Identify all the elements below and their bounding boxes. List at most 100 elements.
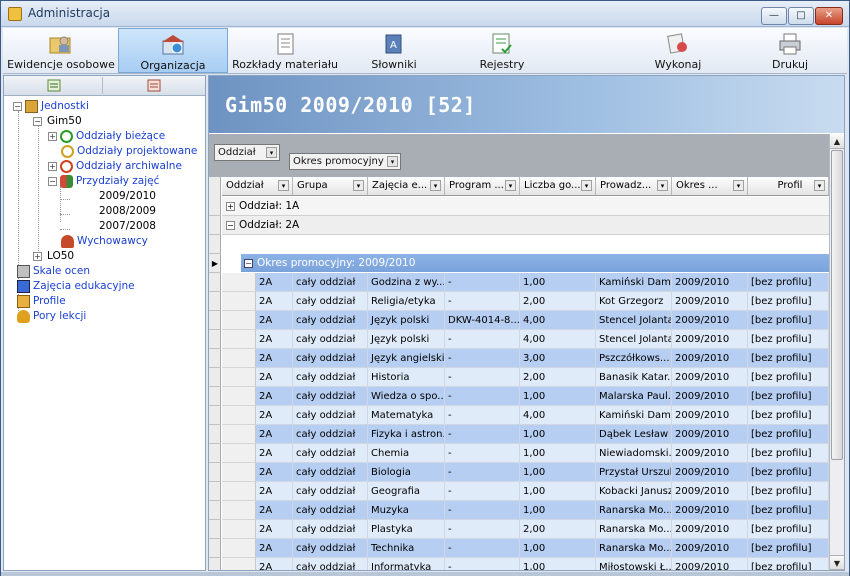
row-selector[interactable] [209, 216, 221, 235]
table-cell[interactable]: - [445, 482, 520, 501]
table-cell[interactable]: cały oddział [293, 444, 368, 463]
table-cell[interactable]: cały oddział [293, 520, 368, 539]
table-cell[interactable]: cały oddział [293, 558, 368, 570]
column-header[interactable]: Zajęcia e... ▾ [368, 177, 445, 196]
table-cell[interactable]: 1,00 [520, 501, 596, 520]
table-cell[interactable]: 2A [256, 539, 293, 558]
table-cell[interactable]: 2A [256, 311, 293, 330]
scroll-thumb[interactable] [831, 150, 843, 460]
row-selector[interactable] [209, 349, 221, 368]
table-cell[interactable]: cały oddział [293, 425, 368, 444]
column-header[interactable]: Oddział ▾ [222, 177, 293, 196]
expand-icon[interactable]: + [226, 201, 235, 211]
table-row[interactable]: 2A cały oddział Informatyka -1,00 Miłostowsk… [222, 558, 829, 570]
table-cell[interactable]: 2009/2010 [672, 558, 748, 570]
table-row[interactable]: 2A cały oddział Język angielski -3,00 Pszczó… [222, 349, 829, 368]
tree-item-jednostki[interactable]: − Jednostki [13, 99, 89, 113]
group-chip-okres-promocyjny[interactable]: Okres promocyjny ▾ [289, 153, 401, 170]
table-cell[interactable]: 2A [256, 349, 293, 368]
tree-item-skale-ocen[interactable]: Skale ocen [17, 264, 90, 278]
table-cell[interactable]: 2A [256, 558, 293, 570]
table-cell[interactable]: 2A [256, 368, 293, 387]
vertical-scrollbar[interactable]: ▲ ▼ [829, 134, 844, 570]
row-selector[interactable] [209, 425, 221, 444]
collapse-icon[interactable]: − [33, 116, 42, 126]
table-cell[interactable]: [bez profilu] [748, 539, 829, 558]
table-cell[interactable]: [bez profilu] [748, 444, 829, 463]
table-row[interactable]: 2A cały oddział Chemia -1,00 Niewiadomski...… [222, 444, 829, 463]
table-cell[interactable]: 2009/2010 [672, 425, 748, 444]
table-row[interactable]: 2A cały oddział Plastyka -2,00 Ranarska Mo..… [222, 520, 829, 539]
table-cell[interactable]: Matematyka [368, 406, 445, 425]
table-cell[interactable]: 4,00 [520, 311, 596, 330]
table-cell[interactable]: cały oddział [293, 463, 368, 482]
table-cell[interactable]: cały oddział [293, 482, 368, 501]
table-cell[interactable]: 1,00 [520, 558, 596, 570]
table-row[interactable]: 2A cały oddział Godzina z wy... -1,00 Kamińs… [222, 273, 829, 292]
table-cell[interactable]: Język polski [368, 311, 445, 330]
table-cell[interactable]: [bez profilu] [748, 425, 829, 444]
toolbar-rejestry-button[interactable]: Rejestry [449, 28, 555, 73]
row-selector[interactable] [209, 463, 221, 482]
table-cell[interactable]: Muzyka [368, 501, 445, 520]
table-cell[interactable]: 2009/2010 [672, 501, 748, 520]
collapse-icon[interactable]: − [48, 176, 57, 186]
table-cell[interactable]: Kamiński Dam... [596, 273, 672, 292]
table-cell[interactable]: 2,00 [520, 292, 596, 311]
table-row[interactable]: 2A cały oddział Technika -1,00 Ranarska Mo..… [222, 539, 829, 558]
close-button[interactable]: ✕ [815, 7, 843, 25]
table-cell[interactable]: [bez profilu] [748, 368, 829, 387]
tree-item-lo50[interactable]: + LO50 [33, 249, 74, 263]
table-cell[interactable]: - [445, 273, 520, 292]
toolbar-wykonaj-button[interactable]: Wykonaj [626, 28, 730, 73]
row-selector[interactable] [209, 444, 221, 463]
row-selector[interactable] [209, 539, 221, 558]
table-cell[interactable]: 2009/2010 [672, 520, 748, 539]
table-cell[interactable]: [bez profilu] [748, 311, 829, 330]
table-cell[interactable]: 2009/2010 [672, 463, 748, 482]
table-row[interactable]: 2A cały oddział Historia -2,00 Banasik Katar… [222, 368, 829, 387]
table-cell[interactable]: [bez profilu] [748, 330, 829, 349]
collapse-icon[interactable]: − [13, 101, 22, 111]
column-header[interactable]: Program ... ▾ [445, 177, 520, 196]
table-cell[interactable]: cały oddział [293, 273, 368, 292]
row-selector[interactable] [209, 330, 221, 349]
table-cell[interactable]: cały oddział [293, 330, 368, 349]
table-cell[interactable]: 4,00 [520, 406, 596, 425]
table-cell[interactable]: [bez profilu] [748, 273, 829, 292]
table-cell[interactable]: cały oddział [293, 368, 368, 387]
table-cell[interactable]: 2A [256, 330, 293, 349]
table-cell[interactable]: [bez profilu] [748, 292, 829, 311]
table-cell[interactable]: - [445, 444, 520, 463]
table-cell[interactable]: Niewiadomski... [596, 444, 672, 463]
table-cell[interactable]: 1,00 [520, 425, 596, 444]
table-row[interactable]: 2A cały oddział Religia/etyka -2,00 Kot Grze… [222, 292, 829, 311]
table-cell[interactable]: - [445, 292, 520, 311]
table-cell[interactable]: Plastyka [368, 520, 445, 539]
table-cell[interactable]: [bez profilu] [748, 520, 829, 539]
table-cell[interactable]: Przystał Urszula [596, 463, 672, 482]
tab-list-view[interactable] [105, 77, 203, 94]
row-selector[interactable]: ▶ [209, 254, 221, 273]
group-chip-oddzial[interactable]: Oddział ▾ [214, 144, 280, 161]
tree-item-gim50[interactable]: − Gim50 [33, 114, 82, 128]
tree-item-oddzialy-projektowane[interactable]: Oddziały projektowane [61, 144, 197, 158]
table-row[interactable]: 2A cały oddział Biologia -1,00 Przystał Ursz… [222, 463, 829, 482]
table-cell[interactable]: [bez profilu] [748, 463, 829, 482]
collapse-icon[interactable]: − [244, 258, 253, 268]
table-cell[interactable]: [bez profilu] [748, 387, 829, 406]
column-header[interactable]: Okres ... ▾ [672, 177, 748, 196]
table-cell[interactable]: Wiedza o spo... [368, 387, 445, 406]
table-cell[interactable]: Informatyka [368, 558, 445, 570]
table-cell[interactable]: 2,00 [520, 368, 596, 387]
table-cell[interactable]: 1,00 [520, 273, 596, 292]
table-cell[interactable]: cały oddział [293, 501, 368, 520]
table-cell[interactable]: Język angielski [368, 349, 445, 368]
table-cell[interactable]: - [445, 520, 520, 539]
expand-icon[interactable]: + [33, 251, 42, 261]
row-selector[interactable] [209, 235, 221, 254]
scroll-up-icon[interactable]: ▲ [830, 134, 844, 149]
table-cell[interactable]: DKW-4014-8... [445, 311, 520, 330]
table-cell[interactable]: Biologia [368, 463, 445, 482]
table-cell[interactable]: Historia [368, 368, 445, 387]
